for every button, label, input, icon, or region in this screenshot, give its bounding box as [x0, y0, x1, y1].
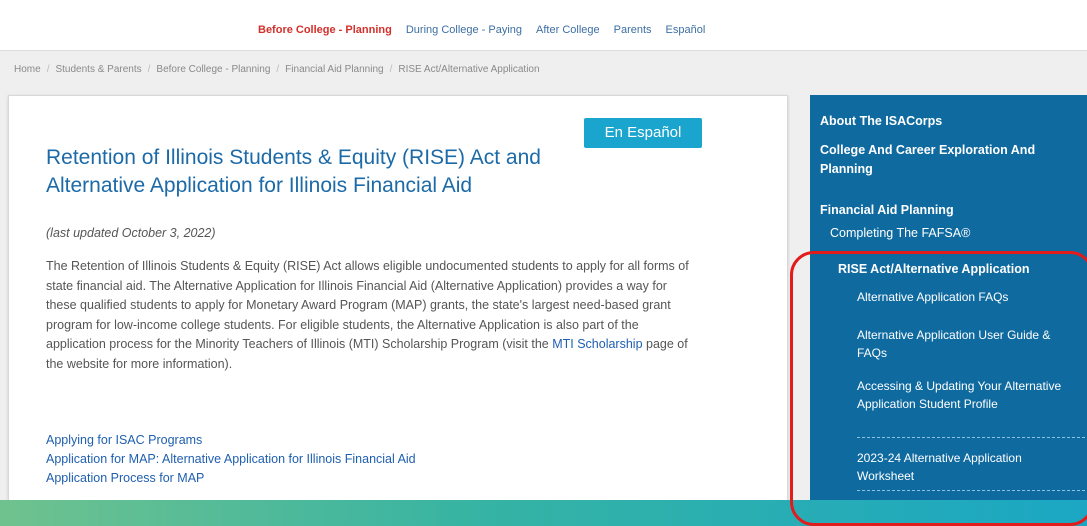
- sidebar: About The ISACorps College And Career Ex…: [810, 95, 1087, 500]
- sidebar-item-financial-aid[interactable]: Financial Aid Planning: [820, 201, 954, 220]
- breadcrumb: Home / Students & Parents / Before Colle…: [14, 64, 540, 75]
- list-item: Application for MAP: Alternative Applica…: [46, 450, 416, 469]
- last-updated: (last updated October 3, 2022): [46, 226, 216, 240]
- page-title: Retention of Illinois Students & Equity …: [46, 146, 541, 197]
- link-application-process-map[interactable]: Application Process for MAP: [46, 471, 204, 485]
- mti-scholarship-link[interactable]: MTI Scholarship: [552, 337, 642, 351]
- intro-paragraph: The Retention of Illinois Students & Equ…: [46, 257, 696, 374]
- nav-espanol[interactable]: Español: [666, 24, 706, 36]
- top-navigation: Before College - Planning During College…: [0, 0, 1087, 51]
- breadcrumb-current: RISE Act/Alternative Application: [398, 64, 540, 75]
- sidebar-divider: [857, 490, 1085, 491]
- sidebar-divider: [857, 437, 1085, 438]
- breadcrumb-separator: /: [147, 64, 151, 75]
- list-item: Application Process for MAP: [46, 469, 416, 488]
- link-application-map[interactable]: Application for MAP: Alternative Applica…: [46, 452, 416, 466]
- nav-after-college[interactable]: After College: [536, 24, 600, 36]
- top-nav-list: Before College - Planning During College…: [258, 24, 705, 36]
- list-item: Applying for ISAC Programs: [46, 431, 416, 450]
- breadcrumb-financial-aid[interactable]: Financial Aid Planning: [285, 64, 383, 75]
- breadcrumb-students-parents[interactable]: Students & Parents: [55, 64, 141, 75]
- link-applying-isac-programs[interactable]: Applying for ISAC Programs: [46, 433, 202, 447]
- breadcrumb-separator: /: [46, 64, 50, 75]
- nav-during-college[interactable]: During College - Paying: [406, 24, 522, 36]
- program-links: Applying for ISAC Programs Application f…: [46, 431, 416, 488]
- sidebar-item-student-profile[interactable]: Accessing & Updating Your Alternative Ap…: [857, 377, 1072, 413]
- nav-parents[interactable]: Parents: [614, 24, 652, 36]
- sidebar-item-fafsa[interactable]: Completing The FAFSA®: [830, 226, 970, 240]
- breadcrumb-home[interactable]: Home: [14, 64, 41, 75]
- sidebar-item-rise-act[interactable]: RISE Act/Alternative Application: [838, 262, 1029, 276]
- sidebar-item-about[interactable]: About The ISACorps: [820, 112, 942, 131]
- nav-before-college[interactable]: Before College - Planning: [258, 24, 392, 36]
- breadcrumb-before-college[interactable]: Before College - Planning: [156, 64, 270, 75]
- sidebar-item-user-guide[interactable]: Alternative Application User Guide & FAQ…: [857, 326, 1072, 362]
- sidebar-item-alt-app-faqs[interactable]: Alternative Application FAQs: [857, 288, 1072, 306]
- breadcrumb-separator: /: [389, 64, 393, 75]
- page: Before College - Planning During College…: [0, 0, 1087, 500]
- sidebar-item-worksheet[interactable]: 2023-24 Alternative Application Workshee…: [857, 449, 1072, 485]
- breadcrumb-separator: /: [276, 64, 280, 75]
- sidebar-item-exploration[interactable]: College And Career Exploration And Plann…: [820, 141, 1085, 179]
